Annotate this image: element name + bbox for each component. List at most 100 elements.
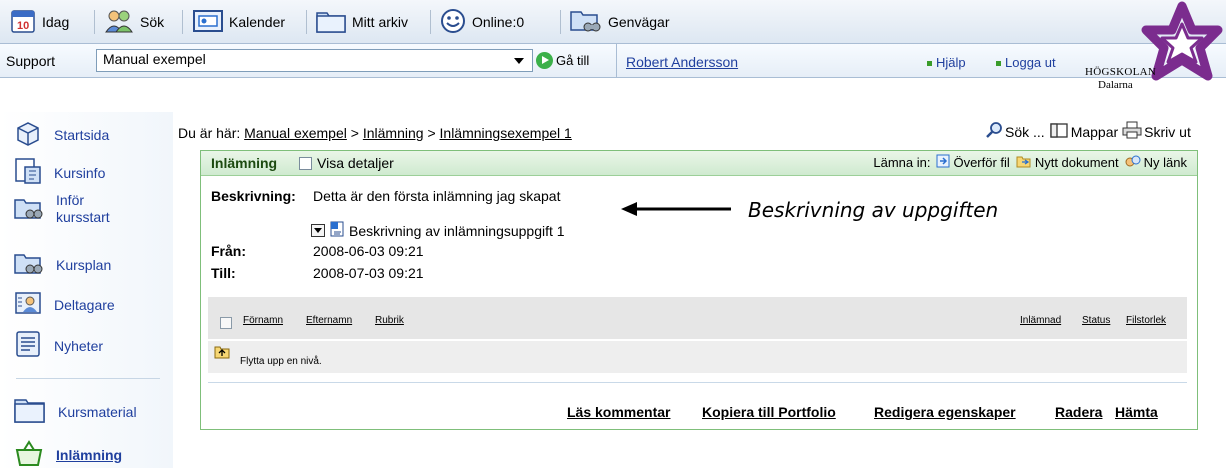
page-tools: Sök ... Mappar Skriv ut [985, 121, 1191, 142]
sidebar-item-label: Inför kursstart [56, 192, 110, 225]
link-icon [1125, 154, 1141, 171]
top-toolbar: 10 Idag Sök Kalender Mitt arkiv Online:0 [0, 0, 1226, 44]
toolbar-separator [560, 10, 561, 34]
panel-title: Inlämning [211, 155, 278, 171]
help-link[interactable]: Hjälp [927, 55, 966, 70]
navbar-divider [616, 44, 617, 78]
sidebar-item-inlamning[interactable]: Inlämning [14, 440, 122, 468]
goto-label: Gå till [556, 53, 590, 68]
column-header-inlamnad[interactable]: Inlämnad [1020, 315, 1061, 326]
show-details-label: Visa detaljer [317, 155, 394, 171]
column-header-filstorlek[interactable]: Filstorlek [1126, 315, 1166, 326]
breadcrumb-item[interactable]: Manual exempel [244, 125, 347, 141]
people-search-icon [104, 8, 134, 37]
toolbar-shortcuts-label: Genvägar [608, 14, 670, 30]
toolbar-separator [306, 10, 307, 34]
participants-icon [14, 290, 42, 319]
sidebar-item-nyheter[interactable]: Nyheter [14, 330, 103, 361]
shortcut-folder-icon [570, 8, 602, 37]
course-navbar: Support Manual exempel Gå till Robert An… [0, 44, 1226, 78]
new-document-button[interactable]: Nytt dokument [1016, 154, 1119, 171]
new-link-label: Ny länk [1143, 155, 1187, 170]
news-icon [14, 330, 42, 361]
sidebar-item-kursplan[interactable]: Kursplan [14, 250, 111, 279]
download-link[interactable]: Hämta [1115, 404, 1158, 420]
sidebar-item-deltagare[interactable]: Deltagare [14, 290, 115, 319]
user-name-link[interactable]: Robert Andersson [626, 54, 738, 70]
select-all-checkbox[interactable] [220, 317, 232, 329]
submit-actions: Lämna in: Överför fil Nytt dokument Ny l… [873, 154, 1187, 171]
sidebar-item-label: Kursmaterial [58, 403, 137, 420]
delete-link[interactable]: Radera [1055, 404, 1102, 420]
sidebar-item-kursinfo[interactable]: Kursinfo [14, 157, 105, 188]
sidebar-item-kursmaterial[interactable]: Kursmaterial [14, 396, 137, 427]
from-label: Från: [211, 243, 246, 259]
toolbar-shortcuts-button[interactable]: Genvägar [570, 0, 669, 44]
copy-to-portfolio-link[interactable]: Kopiera till Portfolio [702, 404, 836, 420]
folder-icon [14, 396, 46, 427]
annotation-text: Beskrivning av uppgiften [748, 198, 999, 222]
to-label: Till: [211, 265, 236, 281]
toolbar-online-label: Online:0 [472, 14, 525, 30]
upload-file-label: Överför fil [953, 155, 1010, 170]
breadcrumb-prefix: Du är här: [178, 125, 241, 141]
logout-link[interactable]: Logga ut [996, 55, 1056, 70]
breadcrumb-item[interactable]: Inlämning [363, 125, 424, 141]
sidebar-item-label: Kursplan [56, 256, 112, 273]
description-text: Detta är den första inlämning jag skapat [313, 188, 561, 204]
sidebar-item-label: Inlämning [56, 446, 123, 463]
table-header: Förnamn Efternamn Rubrik Inlämnad Status… [208, 297, 1187, 339]
calendar-day-icon: 10 [10, 8, 36, 37]
sidebar-item-infor-kursstart[interactable]: Inför kursstart [14, 192, 126, 226]
column-header-rubrik[interactable]: Rubrik [375, 315, 404, 326]
read-comment-link[interactable]: Läs kommentar [567, 404, 670, 420]
sidebar-item-startsida[interactable]: Startsida [14, 120, 109, 149]
toolbar-today-label: Idag [42, 14, 70, 30]
info-doc-icon [14, 157, 42, 188]
table-row[interactable]: Flytta upp en nivå. [208, 341, 1187, 373]
chevron-down-icon [514, 58, 524, 64]
edit-properties-link[interactable]: Redigera egenskaper [874, 404, 1016, 420]
column-header-efternamn[interactable]: Efternamn [306, 315, 352, 326]
toolbar-today-button[interactable]: 10 Idag [10, 0, 69, 44]
toolbar-archive-label: Mitt arkiv [352, 14, 408, 30]
course-select-value: Manual exempel [103, 51, 206, 67]
dropdown-toggle-icon[interactable] [311, 224, 325, 237]
goto-button[interactable]: Gå till [536, 49, 616, 72]
breadcrumb: Du är här: Manual exempel > Inlämning > … [178, 125, 572, 141]
move-up-label: Flytta upp en nivå. [240, 356, 322, 367]
annotation-arrow-icon [621, 202, 731, 216]
toolbar-separator [94, 10, 95, 34]
search-tool[interactable]: Sök ... [985, 121, 1045, 142]
sidebar-item-label: Nyheter [54, 337, 104, 354]
from-value: 2008-06-03 09:21 [313, 243, 424, 259]
toolbar-online-button[interactable]: Online:0 [440, 0, 524, 44]
folders-tool-label: Mappar [1070, 123, 1119, 140]
attachment-row[interactable]: Beskrivning av inlämningsuppgift 1 [311, 221, 565, 240]
table-divider [208, 382, 1187, 383]
column-header-status[interactable]: Status [1082, 315, 1110, 326]
column-header-fornamn[interactable]: Förnamn [243, 315, 283, 326]
new-link-button[interactable]: Ny länk [1125, 154, 1187, 171]
course-select[interactable]: Manual exempel [96, 49, 533, 72]
go-arrow-icon [536, 52, 553, 69]
upload-file-button[interactable]: Överför fil [936, 154, 1010, 171]
print-tool[interactable]: Skriv ut [1122, 121, 1191, 142]
folder-icon [316, 9, 346, 36]
help-label: Hjälp [936, 55, 966, 70]
calendar-icon [193, 9, 223, 36]
attachment-label: Beskrivning av inlämningsuppgift 1 [349, 222, 565, 239]
plan-folder-icon [14, 250, 44, 279]
panel-header: Inlämning Visa detaljer Lämna in: Överfö… [201, 151, 1197, 176]
show-details-checkbox[interactable] [299, 157, 312, 170]
toolbar-calendar-button[interactable]: Kalender [193, 0, 285, 44]
sidebar-item-label: Startsida [54, 126, 110, 143]
day-number: 10 [17, 20, 29, 32]
folders-tool[interactable]: Mappar [1049, 121, 1118, 142]
toolbar-search-button[interactable]: Sök [104, 0, 164, 44]
sidebar-item-label: Kursinfo [54, 164, 106, 181]
link-folder-icon [14, 195, 44, 224]
printer-icon [1122, 121, 1142, 142]
toolbar-archive-button[interactable]: Mitt arkiv [316, 0, 408, 44]
breadcrumb-item[interactable]: Inlämningsexempel 1 [440, 125, 572, 141]
